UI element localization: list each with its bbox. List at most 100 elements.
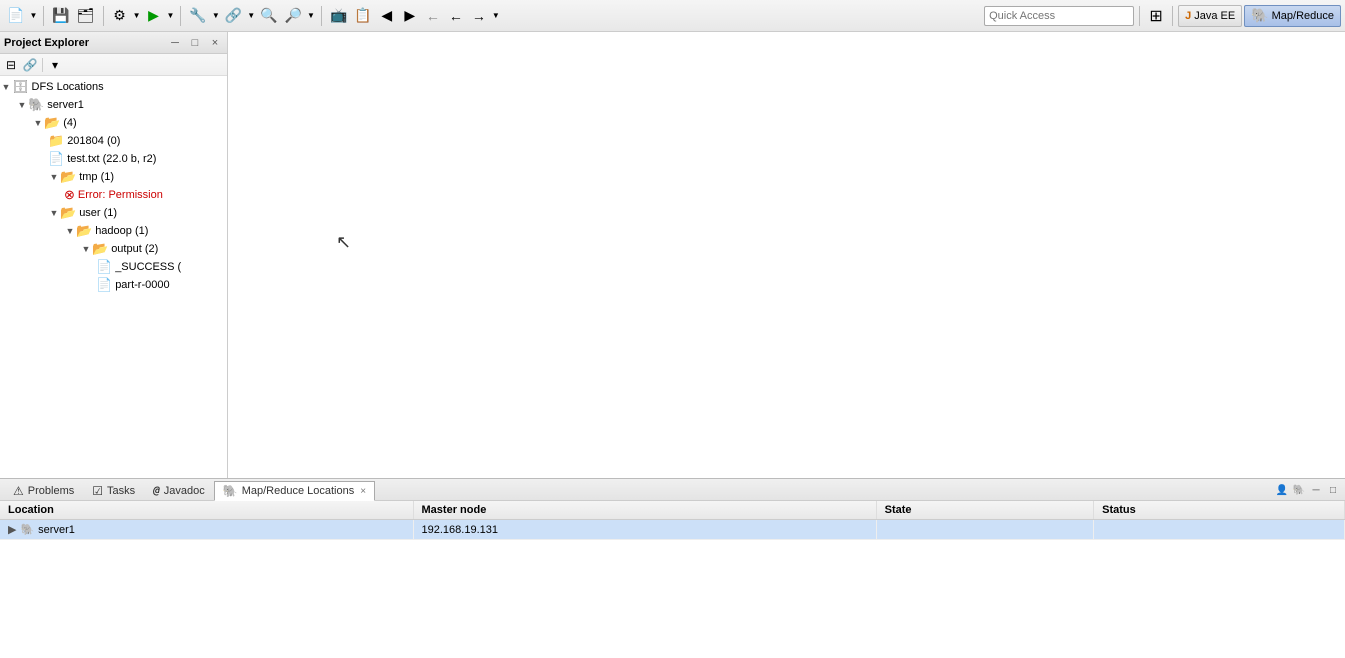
project-explorer-maximize[interactable]: □ — [187, 35, 203, 51]
run-dropdown-arrow[interactable]: ▼ — [166, 11, 176, 20]
toggle-hadoop[interactable]: ▼ — [64, 225, 76, 237]
folder-4-label: (4) — [63, 117, 76, 129]
server1-label: server1 — [47, 99, 84, 111]
success-icon: 📄 — [96, 259, 112, 275]
tree-item-201804[interactable]: 📁 201804 (0) — [0, 132, 227, 150]
nav-dropdown[interactable]: ▼ — [491, 11, 501, 20]
folder-4-icon: 📂 — [44, 115, 60, 131]
tree-item-part[interactable]: 📄 part-r-0000 — [0, 276, 227, 294]
save-button[interactable]: 💾 — [49, 5, 72, 27]
tree-item-tmp[interactable]: ▼ 📂 tmp (1) — [0, 168, 227, 186]
nav-btn1[interactable]: 📺 — [327, 5, 350, 27]
toggle-dfs[interactable]: ▼ — [0, 81, 12, 93]
project-explorer-close[interactable]: × — [207, 35, 223, 51]
tree-item-user[interactable]: ▼ 📂 user (1) — [0, 204, 227, 222]
save-all-button[interactable]: 🗂 — [74, 5, 98, 27]
elephant-btn[interactable]: 🐘 — [1291, 482, 1307, 498]
tab-problems[interactable]: ⚠ Problems — [4, 480, 83, 500]
misc-dropdown-2[interactable]: ▼ — [246, 11, 256, 20]
table-header-row: Location Master node State Status — [0, 501, 1345, 520]
minimize-bottom-button[interactable]: ─ — [1308, 482, 1324, 498]
success-label: _SUCCESS ( — [115, 261, 181, 273]
tree-item-output[interactable]: ▼ 📂 output (2) — [0, 240, 227, 258]
nav-btn5[interactable]: ← — [422, 5, 444, 27]
nav-btn2[interactable]: 📋 — [351, 5, 374, 27]
run-button[interactable]: ▶ — [143, 5, 165, 27]
part-icon: 📄 — [96, 277, 112, 293]
misc-btn2[interactable]: 🔗 — [222, 5, 245, 27]
col-state: State — [876, 501, 1094, 520]
table-row[interactable]: ▶ 🐘 server1 192.168.19.131 — [0, 520, 1345, 540]
error-icon: ⊗ — [64, 187, 75, 203]
nav-btn6[interactable]: ← — [445, 5, 467, 27]
toggle-tmp[interactable]: ▼ — [48, 171, 60, 183]
add-location-button[interactable]: 👤 — [1274, 482, 1290, 498]
tree-item-dfs-locations[interactable]: ▼ 🗄 DFS Locations — [0, 78, 227, 96]
toolbar-sep — [42, 58, 43, 72]
col-location: Location — [0, 501, 413, 520]
toggle-folder-4[interactable]: ▼ — [32, 117, 44, 129]
javaee-perspective-button[interactable]: J Java EE — [1178, 5, 1242, 27]
nav-btn4[interactable]: ▶ — [399, 5, 421, 27]
toolbar-save-group: 💾 🗂 — [49, 5, 97, 27]
cell-state — [876, 520, 1094, 540]
tree-item-folder-4[interactable]: ▼ 📂 (4) — [0, 114, 227, 132]
toggle-user[interactable]: ▼ — [48, 207, 60, 219]
problems-tab-label: Problems — [28, 485, 74, 497]
toolbar-misc-group: 🔧 ▼ 🔗 ▼ 🔍 🔎 ▼ — [186, 5, 316, 27]
map-reduce-tab-close[interactable]: × — [360, 486, 366, 497]
row-expand-icon[interactable]: ▶ — [8, 523, 16, 536]
tree-item-success[interactable]: 📄 _SUCCESS ( — [0, 258, 227, 276]
view-menu-button[interactable]: ▾ — [46, 56, 64, 74]
misc-btn1[interactable]: 🔧 — [186, 5, 209, 27]
cell-location: ▶ 🐘 server1 — [0, 520, 413, 540]
map-reduce-tab-label: Map/Reduce Locations — [242, 485, 355, 497]
test-txt-label: test.txt (22.0 b, r2) — [67, 153, 156, 165]
project-explorer-minimize[interactable]: ─ — [167, 35, 183, 51]
sep-5 — [1139, 6, 1140, 26]
server-cell: ▶ 🐘 server1 — [8, 523, 405, 536]
sep-6 — [1172, 6, 1173, 26]
new-dropdown-arrow[interactable]: ▼ — [28, 11, 38, 20]
col-master-node: Master node — [413, 501, 876, 520]
hadoop-label: hadoop (1) — [95, 225, 148, 237]
misc-btn3[interactable]: 🔍 — [257, 5, 280, 27]
tree-item-test-txt[interactable]: 📄 test.txt (22.0 b, r2) — [0, 150, 227, 168]
nav-btn7[interactable]: → — [468, 5, 490, 27]
tree-item-hadoop[interactable]: ▼ 📂 hadoop (1) — [0, 222, 227, 240]
bottom-panel: ⚠ Problems ☑ Tasks @ Javadoc 🐘 Map/Reduc… — [0, 478, 1345, 658]
tab-javadoc[interactable]: @ Javadoc — [144, 480, 214, 500]
toggle-server1[interactable]: ▼ — [16, 99, 28, 111]
map-reduce-perspective-button[interactable]: 🐘 Map/Reduce — [1244, 5, 1341, 27]
tab-right-buttons: 👤 🐘 ─ □ — [1274, 482, 1345, 500]
build-button[interactable]: ⚙ — [109, 5, 131, 27]
part-label: part-r-0000 — [115, 279, 169, 291]
center-area: Project Explorer ─ □ × ⊟ 🔗 ▾ ▼ 🗄 DFS Loc… — [0, 32, 1345, 478]
toolbar-nav-group: 📺 📋 ◀ ▶ ← ← → ▼ — [327, 5, 501, 27]
open-perspective-button[interactable]: ⊞ — [1145, 5, 1167, 27]
toolbar-file-group: 📄 ▼ — [4, 5, 38, 27]
map-reduce-tab-icon: 🐘 — [223, 484, 238, 498]
tab-tasks[interactable]: ☑ Tasks — [83, 480, 144, 500]
tmp-label: tmp (1) — [79, 171, 114, 183]
locations-table: Location Master node State Status ▶ 🐘 se… — [0, 501, 1345, 540]
javadoc-tab-label: Javadoc — [164, 485, 205, 497]
misc-dropdown-3[interactable]: ▼ — [306, 11, 316, 20]
misc-btn4[interactable]: 🔎 — [282, 5, 305, 27]
bottom-tab-bar: ⚠ Problems ☑ Tasks @ Javadoc 🐘 Map/Reduc… — [0, 479, 1345, 501]
new-button[interactable]: 📄 — [4, 5, 27, 27]
tab-map-reduce[interactable]: 🐘 Map/Reduce Locations × — [214, 481, 375, 501]
misc-dropdown-1[interactable]: ▼ — [211, 11, 221, 20]
dfs-locations-icon: 🗄 — [12, 79, 29, 95]
sep-1 — [43, 6, 44, 26]
collapse-all-button[interactable]: ⊟ — [2, 56, 20, 74]
maximize-bottom-button[interactable]: □ — [1325, 482, 1341, 498]
tree-item-server1[interactable]: ▼ 🐘 server1 — [0, 96, 227, 114]
build-dropdown-arrow[interactable]: ▼ — [132, 11, 142, 20]
nav-btn3[interactable]: ◀ — [376, 5, 398, 27]
toggle-output[interactable]: ▼ — [80, 243, 92, 255]
link-editor-button[interactable]: 🔗 — [21, 56, 39, 74]
tree-item-error: ⊗ Error: Permission — [0, 186, 227, 204]
javadoc-icon: @ — [153, 484, 160, 497]
quick-access-input[interactable] — [984, 6, 1134, 26]
